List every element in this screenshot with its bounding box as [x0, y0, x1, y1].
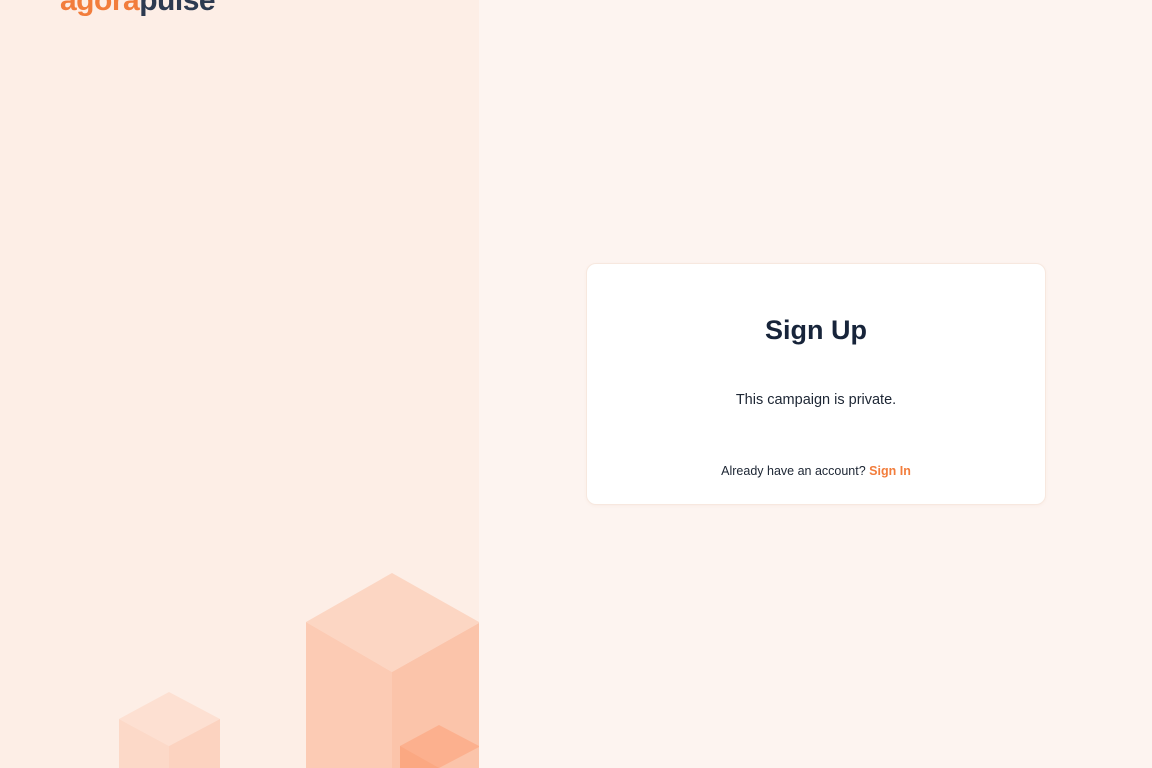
signup-card: Sign Up This campaign is private. Alread… [586, 263, 1046, 505]
left-brand-panel: agorapulse [0, 0, 479, 768]
decorative-cubes-illustration [119, 573, 479, 768]
sign-in-link[interactable]: Sign In [869, 464, 911, 478]
account-prompt-text: Already have an account? [721, 464, 866, 478]
signin-prompt: Already have an account? Sign In [587, 463, 1045, 479]
private-campaign-message: This campaign is private. [735, 392, 897, 408]
small-cube-shape [119, 692, 220, 768]
signup-title: Sign Up [765, 315, 867, 345]
